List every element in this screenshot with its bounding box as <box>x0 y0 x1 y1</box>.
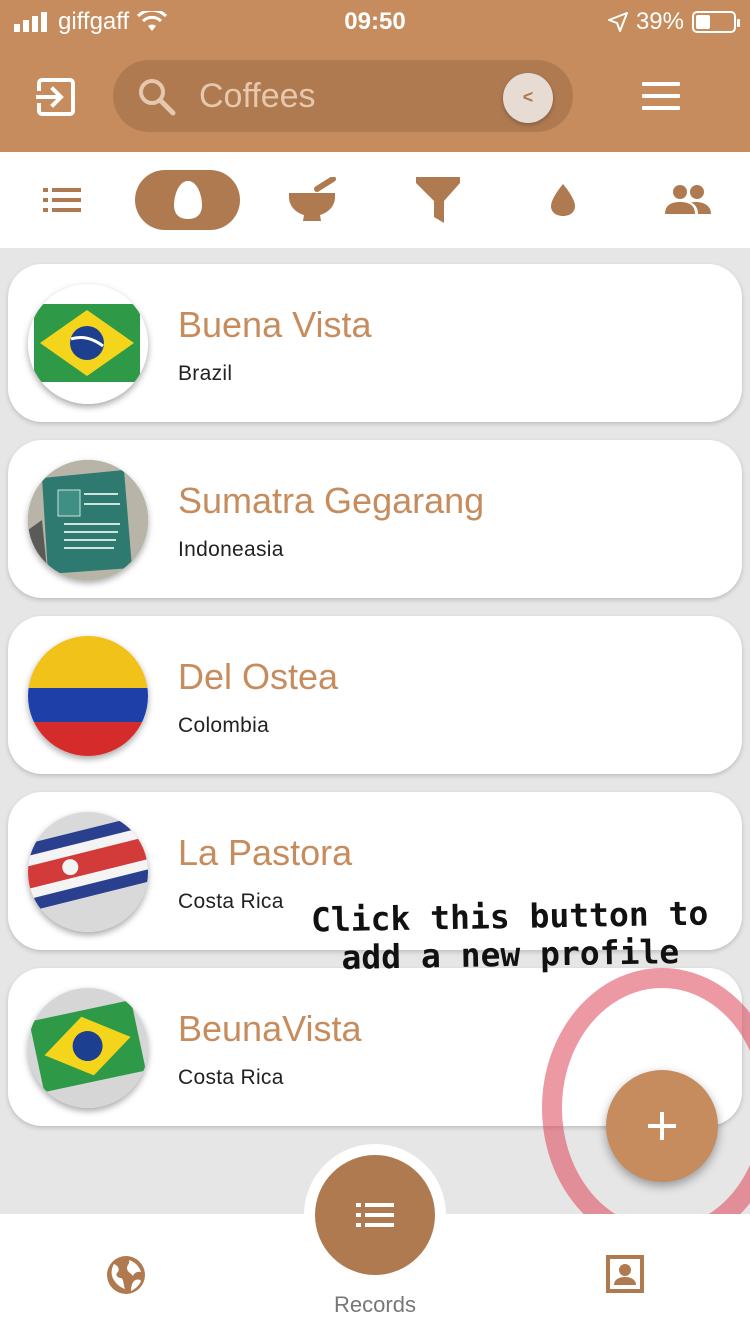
annotation-text: Click this button to add a new profile <box>299 894 720 977</box>
coffee-image-bag-photo <box>28 460 148 580</box>
search-icon <box>139 79 176 116</box>
list-icon <box>43 188 81 212</box>
tab-brew[interactable] <box>533 170 593 230</box>
plus-icon <box>648 1112 676 1140</box>
people-icon <box>665 185 711 214</box>
coffee-image-colombia-flag <box>28 636 148 756</box>
tab-list[interactable] <box>32 170 92 230</box>
coffee-origin: Brazil <box>178 362 233 385</box>
search-placeholder: Coffees <box>199 77 316 115</box>
coffee-card[interactable]: Del Ostea Colombia <box>8 616 742 774</box>
globe-icon[interactable] <box>105 1254 147 1296</box>
coffee-name: Del Ostea <box>178 656 339 697</box>
status-bar: giffgaff 09:50 39% <box>0 0 750 40</box>
grinder-icon <box>289 177 336 221</box>
contact-icon[interactable] <box>606 1255 644 1293</box>
tab-grinder[interactable] <box>282 170 342 230</box>
coffee-origin: Colombia <box>178 714 270 737</box>
battery-percent: 39% <box>635 8 684 35</box>
coffee-name: Sumatra Gegarang <box>178 480 485 521</box>
login-icon[interactable] <box>36 77 76 117</box>
list-icon <box>356 1203 394 1227</box>
app-header: giffgaff 09:50 39% Coffees < <box>0 0 750 152</box>
coffee-image-costa-rica-flag <box>28 812 148 932</box>
coffee-image-brazil-flag-photo <box>28 988 148 1108</box>
bean-icon <box>173 181 202 219</box>
battery-icon <box>692 11 740 33</box>
coffee-origin: Costa Rica <box>178 1066 284 1089</box>
coffee-card[interactable]: Buena Vista Brazil <box>8 264 742 422</box>
drop-icon <box>551 184 575 216</box>
filter-icon <box>416 177 460 223</box>
hamburger-menu-icon[interactable] <box>642 82 680 112</box>
tab-people[interactable] <box>658 170 718 230</box>
coffee-card[interactable]: Sumatra Gegarang Indoneasia <box>8 440 742 598</box>
location-arrow-icon <box>607 12 628 32</box>
records-button[interactable] <box>315 1155 435 1275</box>
coffee-image-brazil-flag <box>28 284 148 404</box>
coffee-name: Buena Vista <box>178 304 372 345</box>
collapse-search-button[interactable]: < <box>503 73 553 123</box>
category-tabs <box>0 152 750 248</box>
coffee-origin: Costa Rica <box>178 890 284 913</box>
tab-filter[interactable] <box>408 170 468 230</box>
search-bar[interactable]: Coffees < <box>113 60 573 132</box>
coffee-origin: Indoneasia <box>178 538 284 561</box>
tab-beans[interactable] <box>135 170 240 230</box>
coffee-name: BeunaVista <box>178 1008 362 1049</box>
add-profile-button[interactable] <box>606 1070 718 1182</box>
coffee-name: La Pastora <box>178 832 353 873</box>
